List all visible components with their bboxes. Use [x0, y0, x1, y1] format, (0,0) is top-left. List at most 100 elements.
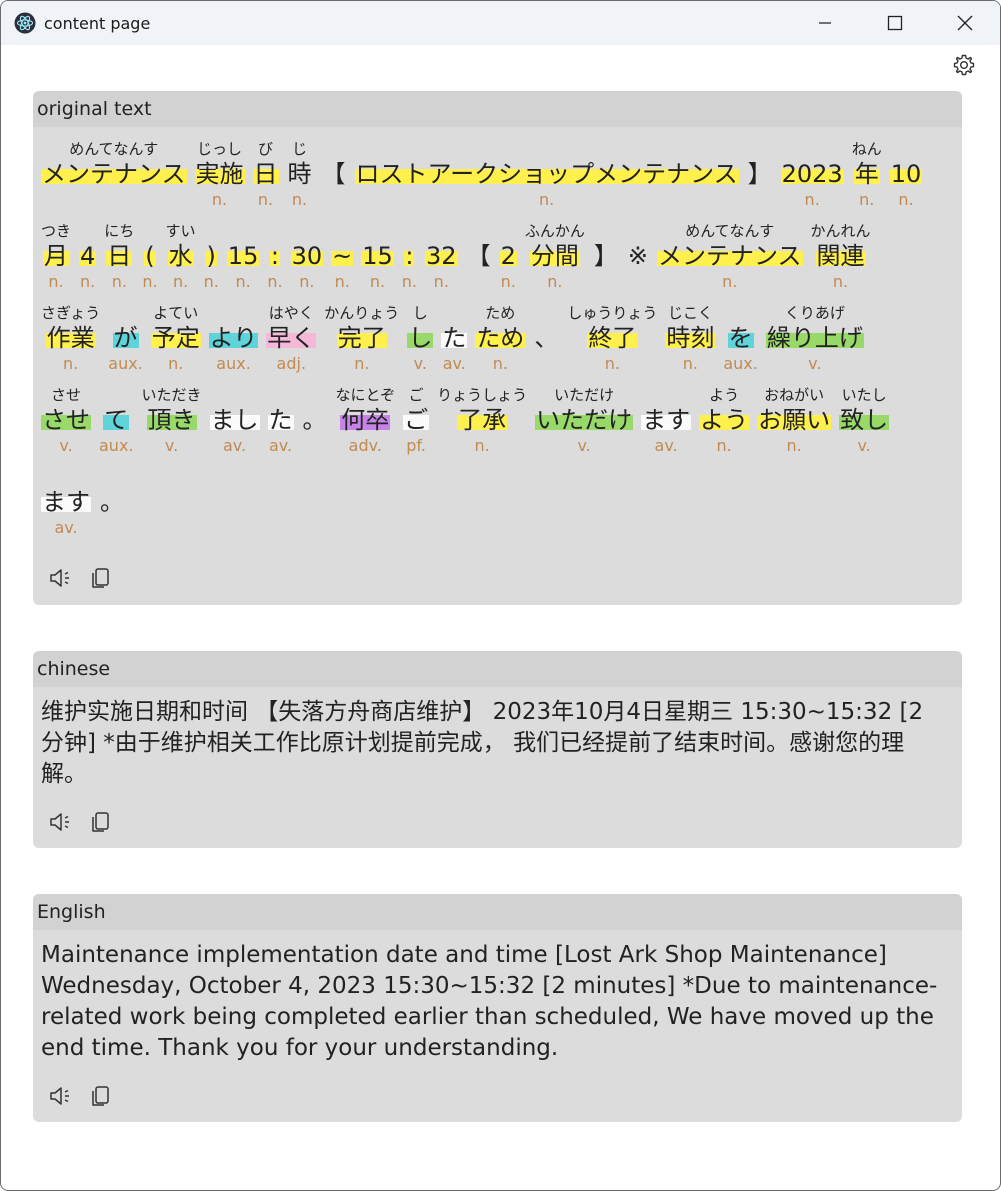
word-token[interactable]: しゅうりょう 終了 n.	[567, 301, 657, 375]
token-pos: n.	[299, 272, 315, 291]
token-pos: v.	[413, 354, 427, 373]
word-token[interactable]: て aux.	[99, 383, 134, 457]
word-token[interactable]: よう よう n.	[699, 383, 750, 457]
word-token[interactable]: じこく 時刻 n.	[665, 301, 716, 375]
word-token[interactable]: りょうしょう 了承 n.	[437, 383, 527, 457]
word-token[interactable]: た av.	[441, 301, 468, 375]
word-token[interactable]: にち日 n.	[104, 219, 134, 293]
word-token[interactable]: : n.	[267, 219, 283, 293]
token-pos: adv.	[348, 436, 382, 455]
word-token[interactable]: が aux.	[108, 301, 143, 375]
word-token[interactable]: かんれん 関連 n.	[811, 219, 871, 293]
close-button[interactable]	[930, 1, 1000, 45]
token-reading: じこく	[667, 304, 713, 322]
token-pos: n.	[716, 436, 732, 455]
word-token[interactable]: ため ため n.	[475, 301, 526, 375]
word-token[interactable]: くりあげ 繰り上げ v.	[765, 301, 864, 375]
word-token[interactable]: さぎょう 作業 n.	[41, 301, 100, 375]
word-token[interactable]: しし v.	[407, 301, 434, 375]
word-token[interactable]: ます av.	[641, 383, 692, 457]
token-pos: v.	[808, 354, 822, 373]
token-pos: av.	[654, 436, 678, 455]
token-reading: いたし	[841, 386, 887, 404]
word-token[interactable]: じっし 実施 n.	[194, 137, 245, 211]
minimize-button[interactable]	[790, 1, 860, 45]
token-surface: を	[727, 324, 754, 353]
word-token[interactable]: 【	[466, 219, 492, 293]
word-token[interactable]: はやく 早く adj.	[266, 301, 317, 375]
token-surface: 年	[853, 160, 880, 189]
token-reading: ねん	[851, 140, 882, 158]
word-token[interactable]: ねん年 n.	[852, 137, 882, 211]
word-token[interactable]: 2 n.	[499, 219, 517, 293]
word-token[interactable]: 15 n.	[226, 219, 260, 293]
word-token[interactable]: 】	[747, 137, 773, 211]
word-token[interactable]: 10 n.	[889, 137, 923, 211]
word-token[interactable]: ごご pf.	[403, 383, 430, 457]
word-token[interactable]: より aux.	[208, 301, 259, 375]
word-token[interactable]: ) n.	[204, 219, 219, 293]
word-token[interactable]: めんてなんす メンテナンス n.	[656, 219, 803, 293]
word-token[interactable]: (n.	[142, 219, 158, 293]
word-token[interactable]: ※	[627, 219, 649, 293]
word-token[interactable]: 30 n.	[290, 219, 324, 293]
token-surface: し	[407, 324, 434, 353]
word-token[interactable]: なにとぞ 何卒 adv.	[336, 383, 396, 457]
word-token[interactable]: じ時 n.	[287, 137, 313, 211]
word-token[interactable]: いただけ いただけ v.	[535, 383, 634, 457]
speaker-icon[interactable]	[47, 565, 73, 591]
token-surface: 作業	[45, 324, 96, 353]
maximize-button[interactable]	[860, 1, 930, 45]
word-token[interactable]: た av.	[267, 383, 294, 457]
token-pos: n.	[682, 354, 698, 373]
token-line: ます av. 。	[41, 465, 962, 547]
word-token[interactable]: 。	[99, 465, 125, 539]
word-token[interactable]: を aux.	[723, 301, 758, 375]
speaker-icon[interactable]	[47, 1083, 73, 1109]
token-surface: メンテナンス	[41, 160, 187, 189]
word-token[interactable]: まし av.	[209, 383, 260, 457]
word-token[interactable]: かんりょう 完了 n.	[324, 301, 399, 375]
word-token[interactable]: おねがい お願い n.	[757, 383, 832, 457]
word-token[interactable]: 。	[302, 383, 328, 457]
token-pos: n.	[474, 436, 490, 455]
word-token[interactable]: ます av.	[41, 465, 91, 539]
speaker-icon[interactable]	[47, 809, 73, 835]
token-surface: いただけ	[535, 406, 634, 435]
word-token[interactable]: 】	[593, 219, 619, 293]
word-token[interactable]: 、	[533, 301, 559, 375]
word-token[interactable]: めんてなんす メンテナンス	[41, 137, 187, 211]
token-reading: なにとぞ	[335, 386, 396, 404]
token-pos: av.	[222, 436, 247, 455]
copy-icon[interactable]	[87, 565, 113, 591]
word-token[interactable]: ふんかん 分間 n.	[525, 219, 585, 293]
gear-icon[interactable]	[952, 53, 976, 77]
copy-icon[interactable]	[87, 809, 113, 835]
word-token[interactable]: ロストアークショップメンテナンス n.	[354, 137, 739, 211]
word-token[interactable]: 4 n.	[79, 219, 97, 293]
word-token[interactable]: させ させ v.	[41, 383, 91, 457]
token-pos: v.	[857, 436, 871, 455]
word-token[interactable]: び日 n.	[252, 137, 279, 211]
token-surface: ロストアークショップメンテナンス	[354, 160, 739, 189]
word-token[interactable]: 2023 n.	[780, 137, 844, 211]
copy-icon[interactable]	[87, 1083, 113, 1109]
word-token[interactable]: すい水 n.	[166, 219, 196, 293]
word-token[interactable]: 15 n.	[361, 219, 394, 293]
word-token[interactable]: よてい 予定 n.	[150, 301, 201, 375]
original-tools	[47, 565, 113, 591]
word-token[interactable]: 【	[321, 137, 347, 211]
word-token[interactable]: : n.	[402, 219, 417, 293]
token-pos: n.	[48, 272, 64, 291]
token-pos: n.	[500, 272, 516, 291]
word-token[interactable]: つき月 n.	[41, 219, 71, 293]
token-pos: n.	[433, 272, 449, 291]
token-surface: お願い	[757, 406, 832, 435]
token-reading: いただき	[141, 386, 202, 404]
token-surface: 、	[534, 324, 559, 352]
word-token[interactable]: 32 n.	[425, 219, 458, 293]
word-token[interactable]: いただき 頂き v.	[142, 383, 202, 457]
token-pos: n.	[538, 190, 555, 209]
word-token[interactable]: いたし 致し v.	[839, 383, 890, 457]
word-token[interactable]: ~ n.	[331, 219, 354, 293]
